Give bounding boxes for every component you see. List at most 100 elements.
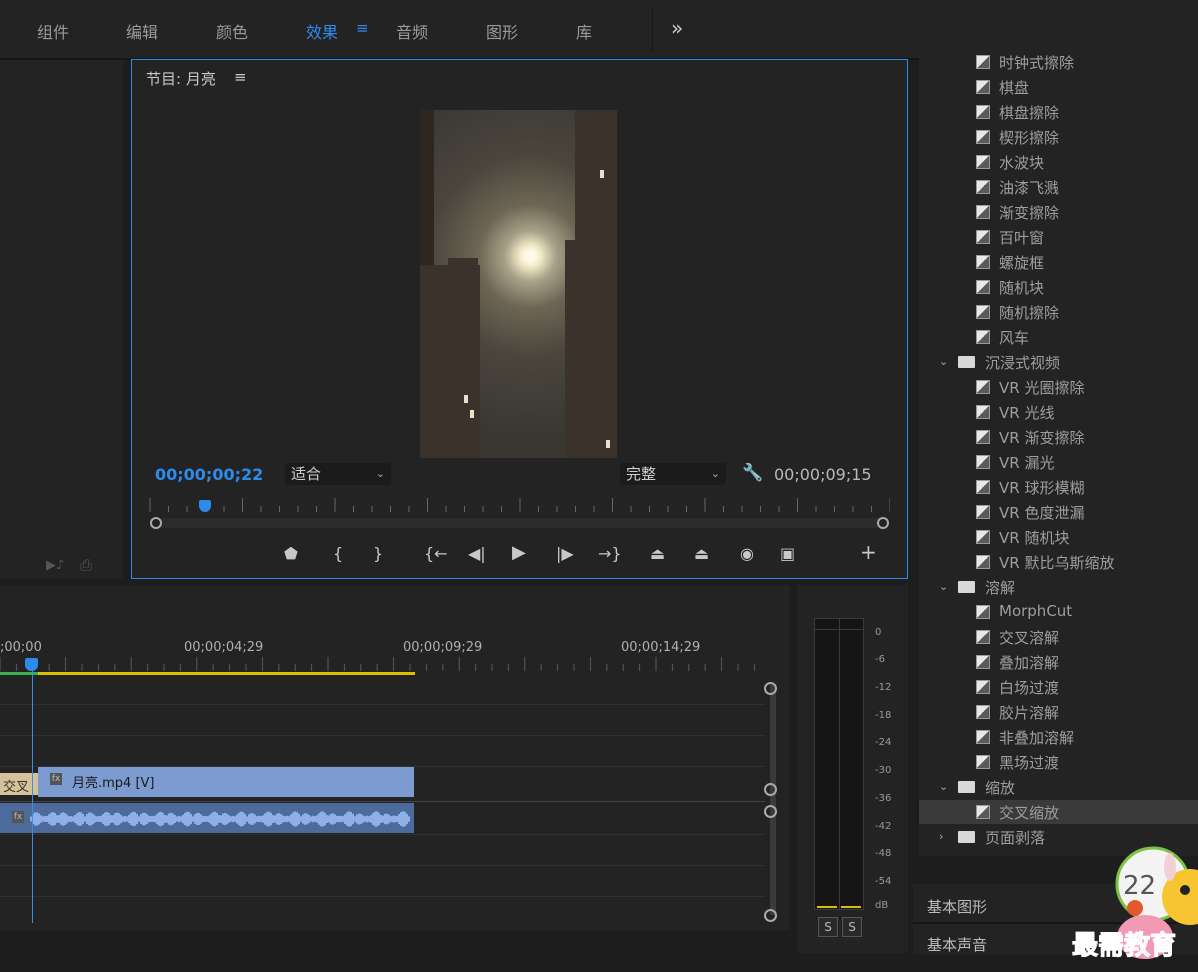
step-forward-icon[interactable]: |▶ bbox=[556, 544, 574, 563]
effect-item[interactable]: 螺旋框 bbox=[919, 250, 1198, 274]
transition-effect-icon bbox=[976, 455, 990, 469]
menu-item-libraries[interactable]: 库 bbox=[576, 19, 592, 43]
panel-menu-icon[interactable]: ≡ bbox=[234, 68, 247, 86]
play-icon[interactable]: ▶ bbox=[512, 542, 526, 563]
chevron-down-icon[interactable]: ⌄ bbox=[939, 355, 948, 368]
effect-item[interactable]: 黑场过渡 bbox=[919, 750, 1198, 774]
fit-dropdown[interactable]: 适合 ⌄ bbox=[285, 463, 391, 485]
transition-effect-icon bbox=[976, 380, 990, 394]
menu-item-editing[interactable]: 编辑 bbox=[126, 19, 158, 43]
playhead-line bbox=[32, 671, 33, 923]
lift-icon[interactable]: ⏏ bbox=[650, 544, 665, 563]
video-clip-label: 月亮.mp4 [V] bbox=[72, 776, 155, 791]
extract-icon[interactable]: ⏏ bbox=[694, 544, 709, 563]
mark-in-icon[interactable]: { bbox=[333, 544, 343, 563]
effects-folder[interactable]: ⌄ 沉浸式视频 bbox=[919, 350, 1198, 374]
go-to-in-icon[interactable]: {← bbox=[424, 544, 448, 563]
effect-item[interactable]: VR 色度泄漏 bbox=[919, 500, 1198, 524]
effect-item[interactable]: 棋盘 bbox=[919, 75, 1198, 99]
scroll-handle[interactable] bbox=[764, 682, 777, 695]
effect-item-label: VR 渐变擦除 bbox=[999, 429, 1085, 447]
effect-item[interactable]: 水波块 bbox=[919, 150, 1198, 174]
menu-item-audio[interactable]: 音频 bbox=[396, 19, 428, 43]
double-chevron-right-icon[interactable]: » bbox=[671, 16, 683, 40]
essential-graphics-tab[interactable]: 基本图形 bbox=[927, 896, 987, 917]
effect-item[interactable]: 白场过渡 bbox=[919, 675, 1198, 699]
db-label: -42 bbox=[875, 821, 892, 832]
chevron-down-icon[interactable]: ⌄ bbox=[939, 580, 948, 593]
insert-audio-icon[interactable]: ▶♪ bbox=[46, 558, 64, 573]
comparison-view-icon[interactable]: ▣ bbox=[780, 544, 795, 563]
effect-item[interactable]: 非叠加溶解 bbox=[919, 725, 1198, 749]
program-monitor-title[interactable]: 节目: 月亮 bbox=[146, 68, 216, 89]
solo-button[interactable]: S bbox=[818, 917, 838, 937]
effect-item[interactable]: 交叉缩放 bbox=[919, 800, 1198, 824]
effect-item[interactable]: 交叉溶解 bbox=[919, 625, 1198, 649]
effect-item[interactable]: VR 渐变擦除 bbox=[919, 425, 1198, 449]
marker-icon[interactable]: ⬟ bbox=[284, 544, 298, 563]
effects-folder[interactable]: ⌄ 溶解 bbox=[919, 575, 1198, 599]
effect-item[interactable]: VR 光圈擦除 bbox=[919, 375, 1198, 399]
effect-item[interactable]: 棋盘擦除 bbox=[919, 100, 1198, 124]
effect-item[interactable]: 随机块 bbox=[919, 275, 1198, 299]
scrub-start-handle[interactable] bbox=[150, 517, 162, 529]
add-button-icon[interactable]: + bbox=[860, 540, 877, 564]
effect-item[interactable]: 风车 bbox=[919, 325, 1198, 349]
transition-effect-icon bbox=[976, 730, 990, 744]
effect-item[interactable]: VR 默比乌斯缩放 bbox=[919, 550, 1198, 574]
export-icon[interactable]: ⎙ bbox=[80, 556, 92, 574]
effect-item[interactable]: VR 光线 bbox=[919, 400, 1198, 424]
solo-button[interactable]: S bbox=[842, 917, 862, 937]
work-area-bar[interactable] bbox=[0, 672, 415, 675]
scrub-bar[interactable] bbox=[150, 518, 888, 528]
camera-icon[interactable]: ◉ bbox=[740, 544, 754, 563]
quality-dropdown[interactable]: 完整 ⌄ bbox=[620, 463, 726, 485]
essential-sound-tab[interactable]: 基本声音 bbox=[927, 934, 987, 955]
track-divider bbox=[0, 896, 765, 897]
timeline-playhead[interactable] bbox=[25, 658, 38, 671]
video-preview[interactable] bbox=[420, 110, 617, 458]
transition-effect-icon bbox=[976, 680, 990, 694]
chevron-down-icon[interactable]: ⌄ bbox=[939, 780, 948, 793]
step-back-icon[interactable]: ◀| bbox=[468, 544, 486, 563]
effect-item[interactable]: 楔形擦除 bbox=[919, 125, 1198, 149]
effect-item-label: VR 色度泄漏 bbox=[999, 504, 1085, 522]
effect-item[interactable]: VR 球形模糊 bbox=[919, 475, 1198, 499]
effect-item[interactable]: 渐变擦除 bbox=[919, 200, 1198, 224]
effect-item[interactable]: 随机擦除 bbox=[919, 300, 1198, 324]
vertical-scrollbar[interactable] bbox=[770, 685, 776, 915]
effect-item[interactable]: VR 随机块 bbox=[919, 525, 1198, 549]
effect-item[interactable]: 百叶窗 bbox=[919, 225, 1198, 249]
menu-item-graphics[interactable]: 图形 bbox=[486, 19, 518, 43]
effect-item[interactable]: 油漆飞溅 bbox=[919, 175, 1198, 199]
menu-item-color[interactable]: 颜色 bbox=[216, 19, 248, 43]
effect-item[interactable]: 叠加溶解 bbox=[919, 650, 1198, 674]
scroll-handle[interactable] bbox=[764, 805, 777, 818]
time-ruler[interactable] bbox=[148, 496, 890, 516]
effect-item-label: 棋盘擦除 bbox=[999, 104, 1060, 122]
menu-item-effects[interactable]: 效果 bbox=[306, 19, 338, 43]
menu-item-assembly[interactable]: 组件 bbox=[37, 19, 69, 43]
go-to-out-icon[interactable]: →} bbox=[598, 544, 622, 563]
scroll-handle[interactable] bbox=[764, 909, 777, 922]
effect-item[interactable]: 时钟式擦除 bbox=[919, 50, 1198, 74]
effect-item-label: VR 球形模糊 bbox=[999, 479, 1085, 497]
transition-effect-icon bbox=[976, 530, 990, 544]
hamburger-menu-icon[interactable]: ≡ bbox=[356, 19, 369, 37]
audio-meter bbox=[814, 618, 864, 910]
wrench-icon[interactable]: 🔧 bbox=[742, 463, 763, 483]
effect-item[interactable]: MorphCut bbox=[919, 600, 1198, 624]
playhead-marker[interactable] bbox=[199, 500, 211, 512]
scrub-end-handle[interactable] bbox=[877, 517, 889, 529]
chevron-right-icon[interactable]: › bbox=[939, 830, 943, 843]
video-clip[interactable]: fx 月亮.mp4 [V] bbox=[38, 767, 414, 797]
scroll-handle[interactable] bbox=[764, 783, 777, 796]
effects-folder[interactable]: ⌄ 缩放 bbox=[919, 775, 1198, 799]
db-label: -36 bbox=[875, 793, 892, 804]
effect-item[interactable]: VR 漏光 bbox=[919, 450, 1198, 474]
current-timecode[interactable]: 00;00;00;22 bbox=[155, 465, 263, 484]
audio-clip[interactable]: fx bbox=[0, 803, 414, 833]
mark-out-icon[interactable]: } bbox=[373, 544, 383, 563]
effect-item[interactable]: 胶片溶解 bbox=[919, 700, 1198, 724]
timeline-ruler[interactable] bbox=[0, 657, 765, 671]
